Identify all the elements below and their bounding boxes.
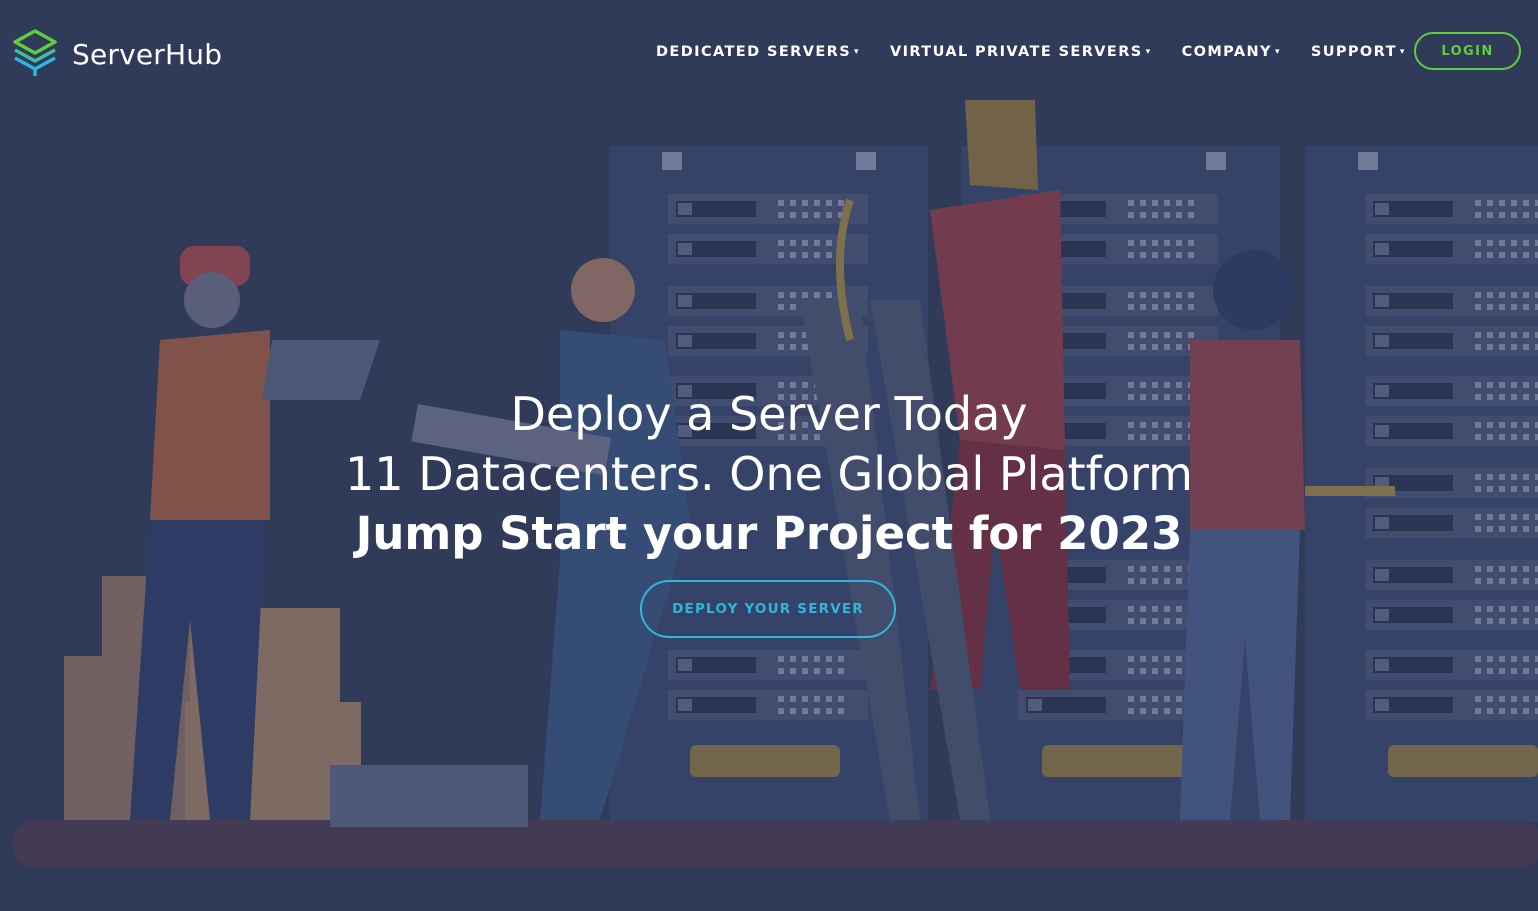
hero-headline-block: Deploy a Server Today 11 Datacenters. On…: [0, 384, 1538, 564]
stacked-layers-icon: [12, 28, 58, 80]
login-button[interactable]: LOGIN: [1414, 32, 1521, 70]
top-navigation-bar: ServerHub DEDICATED SERVERS ▾ VIRTUAL PR…: [0, 0, 1538, 106]
nav-virtual-private-servers[interactable]: VIRTUAL PRIVATE SERVERS ▾: [890, 44, 1152, 60]
chevron-down-icon: ▾: [1274, 47, 1281, 57]
nav-label: COMPANY: [1181, 44, 1272, 60]
chevron-down-icon: ▾: [1145, 47, 1152, 57]
main-navigation: DEDICATED SERVERS ▾ VIRTUAL PRIVATE SERV…: [656, 44, 1436, 60]
nav-support[interactable]: SUPPORT ▾: [1311, 44, 1406, 60]
nav-label: SUPPORT: [1310, 44, 1397, 60]
hero-subtitle: 11 Datacenters. One Global Platform: [345, 447, 1193, 501]
nav-label: VIRTUAL PRIVATE SERVERS: [889, 44, 1143, 60]
brand-name: ServerHub: [72, 37, 223, 71]
nav-company[interactable]: COMPANY ▾: [1182, 44, 1281, 60]
nav-dedicated-servers[interactable]: DEDICATED SERVERS ▾: [656, 44, 860, 60]
deploy-server-button[interactable]: DEPLOY YOUR SERVER: [640, 580, 896, 638]
brand-logo-link[interactable]: ServerHub: [12, 28, 222, 80]
nav-label: DEDICATED SERVERS: [656, 44, 852, 60]
chevron-down-icon: ▾: [1399, 47, 1406, 57]
hero-title: Deploy a Server Today: [510, 387, 1028, 441]
hero-tagline: Jump Start your Project for 2023: [355, 507, 1183, 560]
chevron-down-icon: ▾: [854, 47, 860, 57]
